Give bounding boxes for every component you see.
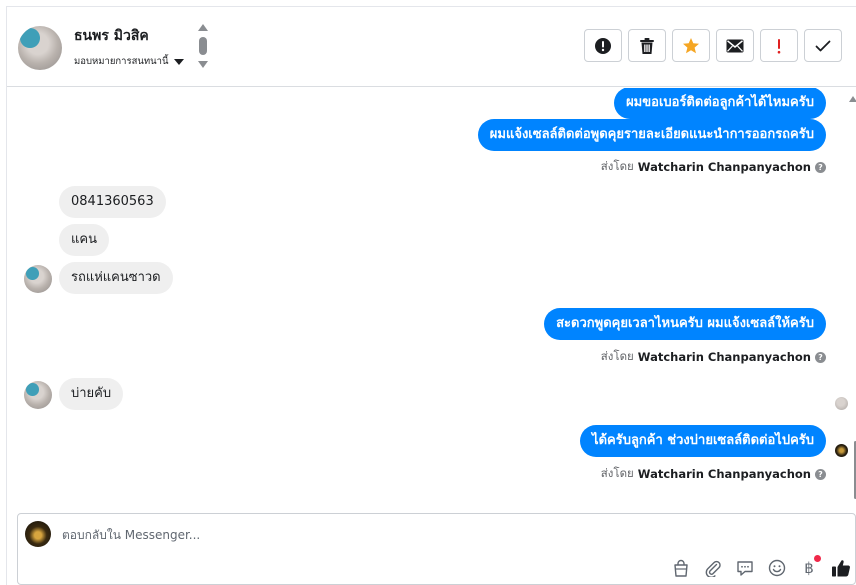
attach-button[interactable] bbox=[703, 558, 723, 578]
envelope-icon bbox=[726, 39, 744, 52]
shopping-bag-icon bbox=[674, 559, 688, 577]
baht-icon: ฿ bbox=[804, 559, 814, 577]
star-button[interactable] bbox=[672, 29, 710, 62]
message-bubble-outgoing[interactable]: ผมแจ้งเซลล์ติดต่อพูดคุยรายละเอียดแนะนำกา… bbox=[477, 119, 826, 151]
sender-name[interactable]: Watcharin Chanpanyachon bbox=[638, 467, 811, 481]
scroll-down-icon[interactable] bbox=[198, 61, 208, 68]
contact-avatar[interactable] bbox=[18, 26, 62, 70]
mark-unread-button[interactable] bbox=[716, 29, 754, 62]
sent-by-label: ส่งโดย Watcharin Chanpanyachon ? bbox=[601, 158, 826, 176]
star-icon bbox=[683, 37, 699, 53]
alert-circle-icon bbox=[595, 37, 611, 54]
delete-button[interactable] bbox=[628, 29, 666, 62]
question-icon[interactable]: ? bbox=[815, 351, 826, 363]
notification-dot bbox=[814, 555, 821, 562]
sent-by-prefix: ส่งโดย bbox=[600, 466, 634, 480]
exclamation-icon bbox=[777, 38, 781, 53]
seen-by-contact-avatar bbox=[835, 397, 848, 410]
payment-button[interactable]: ฿ bbox=[799, 555, 821, 578]
message-bubble-incoming[interactable]: แคน bbox=[59, 224, 109, 256]
sender-name[interactable]: Watcharin Chanpanyachon bbox=[638, 160, 811, 174]
message-bubble-outgoing[interactable]: สะดวกพูดคุยเวลาไหนครับ ผมแจ้งเซลล์ให้ครั… bbox=[544, 308, 826, 340]
message-bubble-incoming[interactable]: รถแห่แคนซาวด bbox=[59, 262, 173, 294]
page-avatar bbox=[25, 521, 51, 547]
assign-label: มอบหมายการสนทนานี้ bbox=[74, 56, 169, 67]
mark-done-button[interactable] bbox=[804, 29, 842, 62]
message-bubble-outgoing[interactable]: ผมขอเบอร์ติดต่อลูกค้าได้ไหมครับ bbox=[614, 88, 826, 119]
sent-by-prefix: ส่งโดย bbox=[600, 159, 634, 173]
reply-composer: ฿ bbox=[17, 513, 856, 585]
checkmark-icon bbox=[815, 40, 831, 51]
sent-by-label: ส่งโดย Watcharin Chanpanyachon ? bbox=[601, 465, 826, 483]
saved-reply-icon bbox=[737, 561, 753, 576]
scroll-thumb[interactable] bbox=[199, 37, 207, 55]
message-bubble-outgoing[interactable]: ได้ครับลูกค้า ช่วงบ่ายเซลล์ติดต่อไปครับ bbox=[580, 425, 826, 457]
contact-avatar-small[interactable] bbox=[24, 381, 52, 409]
conversation-actions bbox=[584, 29, 842, 62]
header-scroller[interactable] bbox=[197, 24, 209, 70]
question-icon[interactable]: ? bbox=[815, 468, 826, 480]
paperclip-icon bbox=[705, 560, 721, 577]
emoji-button[interactable] bbox=[767, 558, 787, 578]
saved-reply-button[interactable] bbox=[735, 558, 755, 578]
like-button[interactable] bbox=[831, 558, 851, 578]
reply-input[interactable] bbox=[62, 524, 762, 546]
messenger-conversation-panel: ธนพร มิวสิค มอบหมายการสนทนานี้ ผมขอเบอร์… bbox=[6, 6, 856, 585]
follow-up-button[interactable] bbox=[760, 29, 798, 62]
message-bubble-incoming[interactable]: 0841360563 bbox=[59, 186, 166, 218]
message-thread[interactable]: ผมขอเบอร์ติดต่อลูกค้าได้ไหมครับ ผมแจ้งเซ… bbox=[7, 88, 856, 506]
sent-by-prefix: ส่งโดย bbox=[600, 349, 634, 363]
sent-by-label: ส่งโดย Watcharin Chanpanyachon ? bbox=[601, 348, 826, 366]
conversation-header: ธนพร มิวสิค มอบหมายการสนทนานี้ bbox=[7, 7, 856, 87]
composer-toolbar: ฿ bbox=[671, 555, 851, 578]
message-bubble-incoming[interactable]: บ่ายคับ bbox=[59, 378, 124, 410]
contact-name[interactable]: ธนพร มิวสิค bbox=[74, 25, 149, 47]
scroll-up-icon[interactable] bbox=[849, 96, 856, 102]
scroll-up-icon[interactable] bbox=[198, 24, 208, 31]
assign-conversation-dropdown[interactable]: มอบหมายการสนทนานี้ bbox=[74, 54, 184, 69]
emoji-icon bbox=[768, 559, 786, 577]
question-icon[interactable]: ? bbox=[815, 161, 826, 173]
sender-name[interactable]: Watcharin Chanpanyachon bbox=[638, 350, 811, 364]
report-spam-button[interactable] bbox=[584, 29, 622, 62]
shopping-bag-button[interactable] bbox=[671, 558, 691, 578]
trash-icon bbox=[640, 37, 654, 54]
caret-down-icon bbox=[173, 58, 184, 65]
thumbs-up-icon bbox=[832, 560, 850, 577]
contact-avatar-small[interactable] bbox=[24, 265, 52, 293]
seen-by-page-avatar bbox=[835, 444, 848, 457]
